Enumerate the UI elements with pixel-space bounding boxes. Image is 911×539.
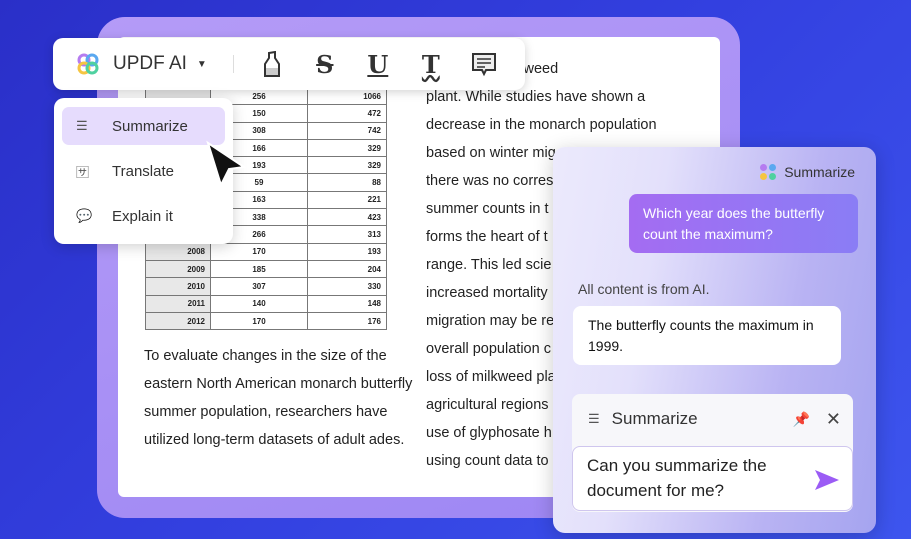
table-cell: 2011 <box>145 294 211 313</box>
table-cell: 472 <box>307 104 387 123</box>
table-cell: 170 <box>210 242 308 261</box>
table-cell: 742 <box>307 121 387 140</box>
menu-item-explain[interactable]: 💬 Explain it <box>62 197 225 235</box>
chat-input[interactable]: Can you summarize the document for me? <box>572 446 853 511</box>
table-row: 2008 170 193 <box>145 242 387 261</box>
table-cell: 1066 <box>307 86 387 106</box>
squiggly-text-icon[interactable]: T <box>417 50 445 79</box>
table-cell: 330 <box>307 277 387 296</box>
table-cell: 176 <box>307 311 387 331</box>
close-icon[interactable]: ✕ <box>826 409 841 430</box>
list-icon: ☰ <box>76 118 88 133</box>
table-cell: 221 <box>307 190 387 210</box>
table-cell: 2008 <box>145 242 211 261</box>
text-line: decrease in the monarch population <box>426 117 657 133</box>
pin-icon[interactable]: 📌 <box>792 411 809 428</box>
highlight-icon[interactable] <box>258 50 286 78</box>
table-row: 2011 140 148 <box>145 294 387 313</box>
table-cell: 329 <box>307 156 387 175</box>
table-cell: 313 <box>307 225 387 244</box>
table-cell: 193 <box>307 242 387 261</box>
ai-logo-icon <box>760 164 777 180</box>
user-message: Which year does the butterfly count the … <box>629 194 858 253</box>
left-paragraph: To evaluate changes in the size of the e… <box>144 348 413 448</box>
panel-title: Summarize <box>784 164 855 180</box>
table-cell: 307 <box>210 277 308 296</box>
mode-label[interactable]: Summarize <box>612 409 698 429</box>
list-icon: ☰ <box>588 411 600 426</box>
table-cell: 204 <box>307 259 387 279</box>
menu-item-translate[interactable]: 🈂 Translate <box>62 152 225 190</box>
updf-logo-icon <box>77 53 99 75</box>
send-icon[interactable] <box>814 469 840 491</box>
table-cell: 2009 <box>145 259 211 279</box>
cursor-icon <box>206 140 247 188</box>
comment-icon[interactable] <box>470 50 498 78</box>
table-row: 2009 185 204 <box>145 259 387 279</box>
table-cell: 2012 <box>145 311 211 331</box>
table-cell: 88 <box>307 173 387 192</box>
table-row: 2012 170 176 <box>145 311 387 331</box>
table-cell: 2010 <box>145 277 211 296</box>
menu-item-summarize[interactable]: ☰ Summarize <box>62 107 225 145</box>
table-cell: 329 <box>307 138 387 158</box>
table-cell: 148 <box>307 294 387 313</box>
table-cell: 423 <box>307 208 387 227</box>
explain-icon: 💬 <box>76 208 93 223</box>
table-cell: 185 <box>210 259 308 279</box>
prompt-box: ☰ Summarize 📌 ✕ Can you summarize the doc… <box>572 394 853 512</box>
table-cell: 170 <box>210 311 308 331</box>
ai-chat-panel: Summarize Which year does the butterfly … <box>553 147 876 533</box>
table-cell: 140 <box>210 294 308 313</box>
underline-icon[interactable]: U <box>364 50 392 79</box>
ai-disclaimer: All content is from AI. <box>578 281 710 297</box>
translate-icon: 🈂 <box>76 164 90 180</box>
divider <box>232 55 234 73</box>
toolbar: UPDF AI ▼ S U T <box>53 38 525 90</box>
ai-answer: The butterfly counts the maximum in 1999… <box>573 306 841 365</box>
chevron-down-icon[interactable]: ▼ <box>197 59 207 70</box>
ai-dropdown-label[interactable]: UPDF AI <box>113 53 187 75</box>
table-row: 2010 307 330 <box>145 277 387 296</box>
strikethrough-icon[interactable]: S <box>311 50 339 79</box>
